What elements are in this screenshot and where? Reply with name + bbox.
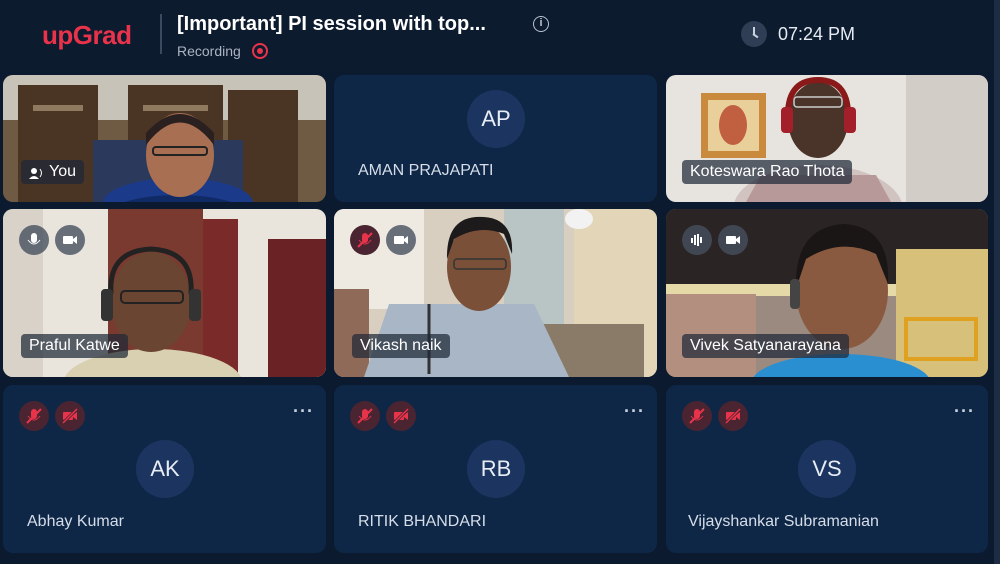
header-divider (160, 14, 162, 54)
top-bar: upGrad [Important] PI session with top..… (0, 0, 1000, 72)
camera-icon[interactable] (718, 225, 748, 255)
mic-muted-icon[interactable] (682, 401, 712, 431)
participant-tile-vijayshankar[interactable]: ··· VS Vijayshankar Subramanian (666, 385, 988, 553)
participant-tile-abhay[interactable]: ··· AK Abhay Kumar (3, 385, 326, 553)
participant-tile-aman[interactable]: AP AMAN PRAJAPATI (334, 75, 657, 202)
participant-avatar: AK (136, 440, 194, 498)
participant-avatar: VS (798, 440, 856, 498)
participant-tile-koteswara[interactable]: Koteswara Rao Thota (666, 75, 988, 202)
participant-name: Vivek Satyanarayana (682, 334, 849, 358)
camera-off-icon[interactable] (718, 401, 748, 431)
clock-icon (741, 21, 767, 47)
recording-label: Recording (177, 43, 241, 59)
participant-avatar: RB (467, 440, 525, 498)
camera-off-icon[interactable] (55, 401, 85, 431)
speaker-icon (29, 166, 43, 179)
participant-name: Praful Katwe (21, 334, 128, 358)
participant-name: AMAN PRAJAPATI (358, 162, 494, 179)
participant-name: You (21, 160, 84, 184)
participant-tile-vivek[interactable]: Vivek Satyanarayana (666, 209, 988, 377)
participant-name: RITIK BHANDARI (358, 513, 487, 530)
participant-name: Vijayshankar Subramanian (688, 513, 879, 530)
more-options-icon[interactable]: ··· (624, 401, 645, 422)
scrollbar[interactable] (994, 0, 1000, 564)
recording-dot-icon (252, 43, 268, 59)
audio-wave-icon[interactable] (682, 225, 712, 255)
participant-tile-praful[interactable]: Praful Katwe (3, 209, 326, 377)
info-icon[interactable]: i (533, 16, 549, 32)
current-time: 07:24 PM (778, 24, 856, 44)
camera-off-icon[interactable] (386, 401, 416, 431)
camera-icon[interactable] (386, 225, 416, 255)
mic-icon[interactable] (19, 225, 49, 255)
participant-name: Abhay Kumar (27, 513, 124, 530)
mic-muted-icon[interactable] (350, 401, 380, 431)
camera-icon[interactable] (55, 225, 85, 255)
session-title: [Important] PI session with top... (177, 13, 486, 35)
participant-avatar: AP (467, 90, 525, 148)
participant-tile-you[interactable]: You (3, 75, 326, 202)
participant-tile-ritik[interactable]: ··· RB RITIK BHANDARI (334, 385, 657, 553)
more-options-icon[interactable]: ··· (954, 401, 975, 422)
participant-name: Vikash naik (352, 334, 450, 358)
app-logo: upGrad (42, 20, 132, 50)
participant-tile-vikash[interactable]: Vikash naik (334, 209, 657, 377)
participant-name: Koteswara Rao Thota (682, 160, 853, 184)
mic-muted-icon[interactable] (350, 225, 380, 255)
mic-muted-icon[interactable] (19, 401, 49, 431)
more-options-icon[interactable]: ··· (293, 401, 314, 422)
